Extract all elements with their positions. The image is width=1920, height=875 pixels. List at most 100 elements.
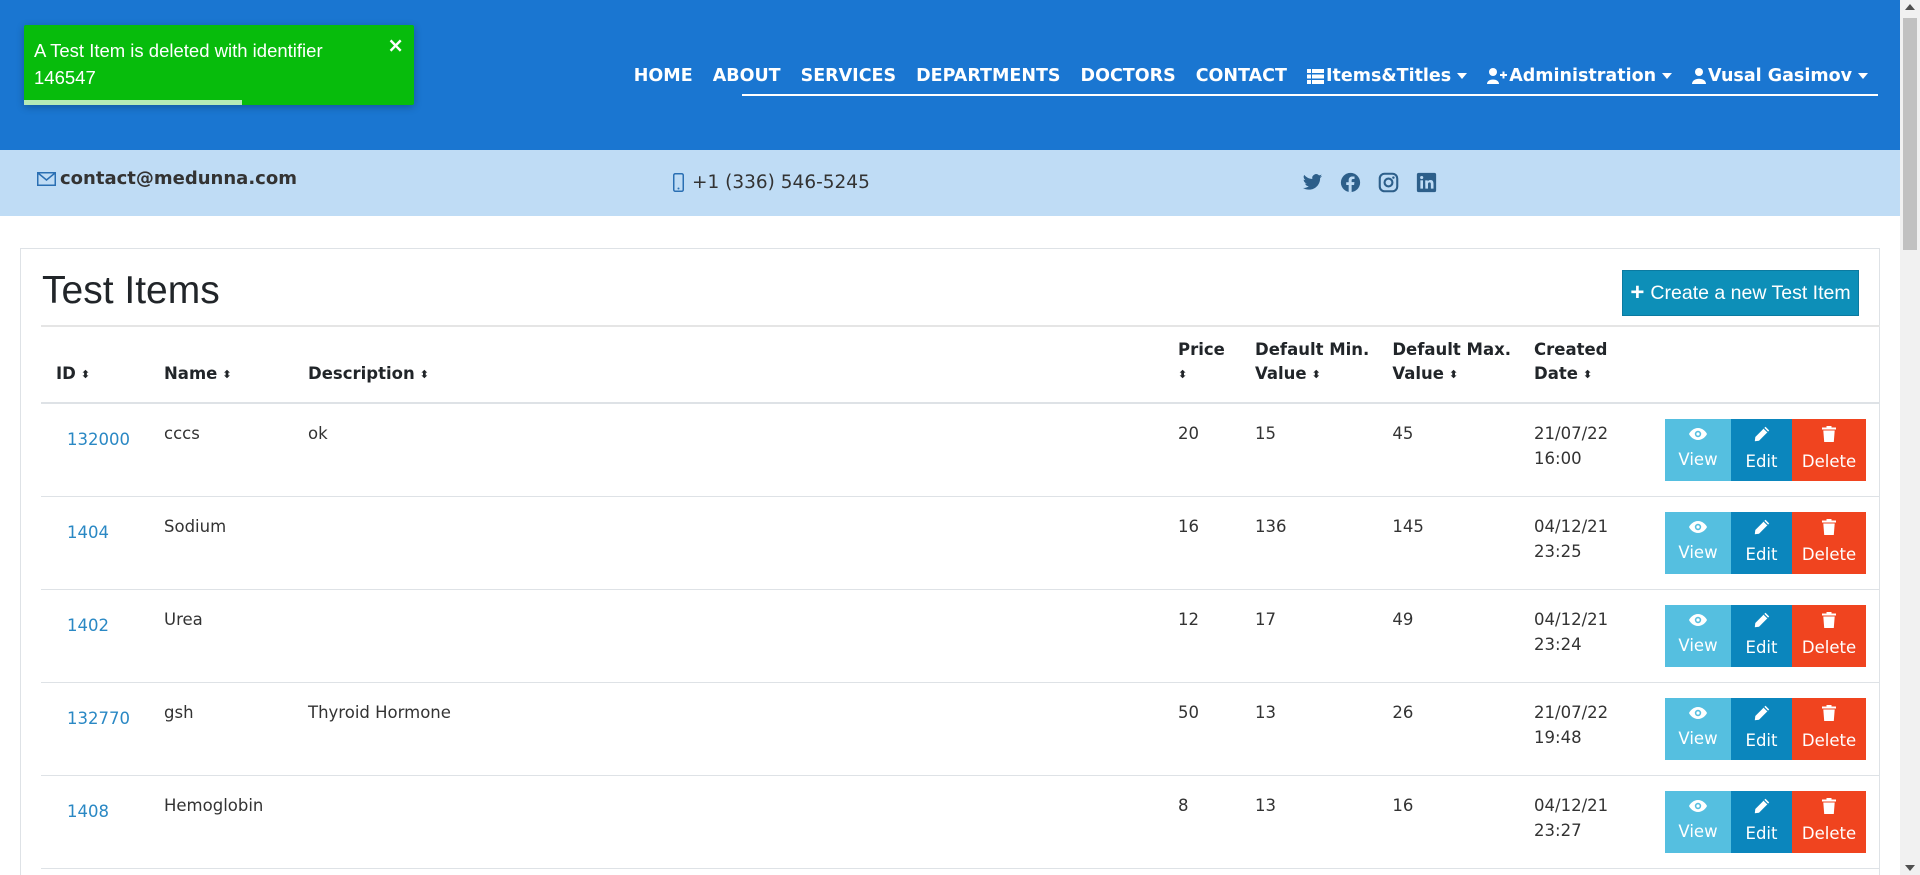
cell-price: 12: [1163, 589, 1240, 683]
test-item-id-link[interactable]: 1408: [67, 802, 109, 821]
column-header-created-date[interactable]: Created Date ⬍: [1519, 327, 1637, 404]
created-time: 23:27: [1534, 820, 1582, 840]
close-icon[interactable]: ×: [387, 33, 404, 57]
delete-button[interactable]: Delete: [1792, 604, 1866, 667]
edit-button-label: Edit: [1745, 823, 1778, 843]
instagram-icon[interactable]: [1378, 172, 1399, 193]
edit-button[interactable]: Edit: [1731, 790, 1792, 853]
column-header-id[interactable]: ID ⬍: [41, 327, 149, 404]
edit-button-label: Edit: [1745, 452, 1778, 471]
test-items-table: ID ⬍ Name ⬍ Description ⬍ Price ⬍ Default Mi…: [41, 327, 1880, 869]
cell-price: 16: [1163, 496, 1240, 590]
edit-button[interactable]: Edit: [1731, 511, 1792, 574]
cell-description: [293, 589, 1163, 683]
sort-icon: ⬍: [222, 368, 232, 381]
nav-items-titles-label: Items&Titles: [1325, 66, 1452, 86]
column-header-description[interactable]: Description ⬍: [293, 327, 1163, 404]
sort-icon: ⬍: [1311, 368, 1321, 381]
column-header-actions: [1636, 327, 1880, 404]
delete-button[interactable]: Delete: [1792, 697, 1866, 760]
test-item-id-link[interactable]: 132000: [67, 430, 130, 449]
cell-actions: View Edit Delete: [1636, 682, 1880, 776]
social-links: [1302, 172, 1437, 193]
cell-name: Sodium: [149, 496, 293, 590]
nav-user-menu[interactable]: Vusal Gasimov: [1692, 66, 1868, 86]
test-item-id-link[interactable]: 132770: [67, 709, 130, 728]
nav-departments[interactable]: DEPARTMENTS: [916, 66, 1060, 86]
create-test-item-button[interactable]: + Create a new Test Item: [1622, 270, 1859, 316]
scroll-thumb[interactable]: [1903, 18, 1917, 250]
sort-icon: ⬍: [419, 368, 429, 381]
delete-button[interactable]: Delete: [1792, 790, 1866, 853]
nav-home[interactable]: HOME: [634, 66, 693, 86]
column-header-max-value[interactable]: Default Max. Value ⬍: [1377, 327, 1520, 404]
table-row: 1402 Urea 12 17 49 04/12/21 23:24 View Ed…: [41, 589, 1880, 683]
eye-icon: [1689, 520, 1707, 533]
table-header-row: ID ⬍ Name ⬍ Description ⬍ Price ⬍ Default Mi…: [41, 327, 1880, 404]
test-item-id-link[interactable]: 1402: [67, 616, 109, 635]
created-time: 16:00: [1534, 449, 1582, 468]
eye-icon: [1689, 799, 1707, 812]
sort-icon: ⬍: [1582, 368, 1593, 381]
column-header-min-value[interactable]: Default Min. Value ⬍: [1240, 327, 1378, 404]
cell-id: 132000: [41, 403, 149, 497]
column-header-id-label: ID: [56, 364, 76, 383]
trash-icon: [1822, 426, 1836, 442]
view-button[interactable]: View: [1665, 604, 1731, 667]
view-button[interactable]: View: [1665, 511, 1731, 574]
row-action-buttons: View Edit Delete: [1665, 697, 1866, 760]
scroll-up-arrow-icon[interactable]: [1905, 4, 1915, 10]
column-header-created-label-2: Date: [1534, 364, 1578, 383]
page-scrollbar[interactable]: [1900, 0, 1920, 875]
nav-items-titles[interactable]: Items&Titles: [1306, 66, 1468, 86]
created-date: 21/07/22: [1534, 424, 1609, 443]
column-header-max-label-2: Value: [1392, 364, 1444, 383]
nav-about[interactable]: ABOUT: [713, 66, 781, 86]
delete-button[interactable]: Delete: [1792, 511, 1866, 574]
nav-services[interactable]: SERVICES: [801, 66, 897, 86]
created-time: 19:48: [1534, 727, 1582, 747]
edit-button[interactable]: Edit: [1731, 697, 1792, 760]
envelope-icon: [37, 171, 56, 186]
nav-user-label: Vusal Gasimov: [1708, 66, 1852, 86]
view-button[interactable]: View: [1665, 419, 1731, 481]
column-header-max-label-1: Default Max.: [1392, 340, 1512, 359]
cell-actions: View Edit Delete: [1636, 775, 1880, 869]
cell-created-date: 04/12/21 23:24: [1519, 589, 1637, 683]
delete-button-label: Delete: [1801, 452, 1857, 471]
trash-icon: [1822, 704, 1836, 721]
view-button[interactable]: View: [1665, 790, 1731, 853]
row-action-buttons: View Edit Delete: [1665, 511, 1866, 574]
pencil-icon: [1754, 519, 1770, 535]
edit-button[interactable]: Edit: [1731, 419, 1792, 481]
twitter-icon[interactable]: [1302, 172, 1323, 193]
trash-icon: [1822, 518, 1836, 535]
cell-id: 1402: [41, 589, 149, 683]
scroll-down-arrow-icon[interactable]: [1905, 865, 1915, 871]
linkedin-icon[interactable]: [1416, 172, 1437, 193]
nav-contact[interactable]: CONTACT: [1196, 66, 1287, 86]
toast-progress-bar: [24, 100, 243, 105]
chevron-down-icon: [1858, 73, 1868, 79]
cell-name: gsh: [149, 682, 293, 776]
facebook-icon[interactable]: [1340, 172, 1361, 193]
view-button[interactable]: View: [1665, 697, 1731, 760]
test-item-id-link[interactable]: 1404: [67, 523, 109, 542]
contact-phone-text: +1 (336) 546-5245: [692, 172, 870, 193]
cell-price: 50: [1163, 682, 1240, 776]
contact-phone[interactable]: +1 (336) 546-5245: [673, 172, 870, 193]
trash-icon: [1822, 611, 1836, 628]
contact-bar: contact@medunna.com +1 (336) 546-5245: [0, 150, 1900, 216]
delete-button[interactable]: Delete: [1792, 419, 1866, 481]
created-date: 04/12/21: [1534, 516, 1609, 536]
contact-email[interactable]: contact@medunna.com: [37, 168, 297, 189]
contact-email-text: contact@medunna.com: [60, 168, 297, 189]
edit-button[interactable]: Edit: [1731, 604, 1792, 667]
column-header-name[interactable]: Name ⬍: [149, 327, 293, 404]
cell-created-date: 21/07/22 16:00: [1519, 403, 1637, 497]
column-header-price[interactable]: Price ⬍: [1163, 327, 1240, 404]
cell-id: 1404: [41, 496, 149, 590]
nav-administration[interactable]: Administration: [1487, 66, 1673, 86]
nav-doctors[interactable]: DOCTORS: [1081, 66, 1176, 86]
table-row: 132770 gsh Thyroid Hormone 50 13 26 21/0…: [41, 682, 1880, 776]
